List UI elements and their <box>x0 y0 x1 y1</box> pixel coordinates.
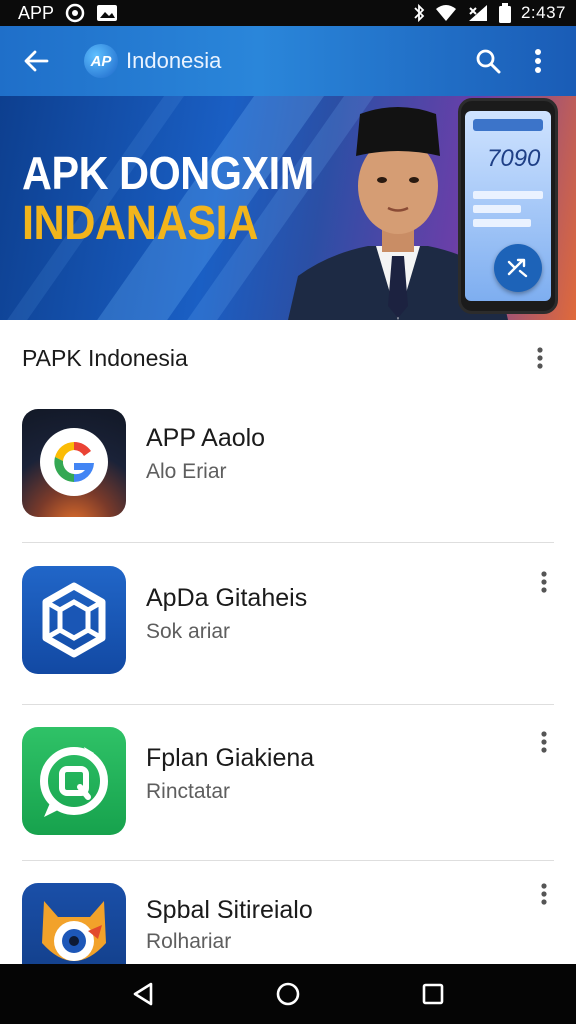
item-more-button[interactable] <box>530 878 558 914</box>
app-bar: AP Indonesia <box>0 26 576 96</box>
brand-logo: AP <box>84 44 118 78</box>
google-g-icon <box>22 409 126 517</box>
cube-network-icon <box>22 566 126 674</box>
search-button[interactable] <box>466 39 510 83</box>
app-subtitle: Rinctatar <box>146 780 231 803</box>
divider <box>22 542 554 543</box>
item-more-button[interactable] <box>530 722 558 762</box>
list-item[interactable]: Spbal Sitireialo Rolhariar <box>0 878 576 964</box>
divider <box>22 704 554 705</box>
more-vert-icon <box>541 883 547 905</box>
back-button[interactable] <box>16 41 56 81</box>
more-vert-icon <box>537 347 543 369</box>
section-header: PAPK Indonesia <box>0 330 576 386</box>
image-icon <box>96 4 118 22</box>
list-item[interactable]: APP Aaolo Alo Eriar <box>0 400 576 560</box>
home-circle-icon <box>276 982 300 1006</box>
nav-recents-button[interactable] <box>407 968 459 1020</box>
battery-icon <box>498 3 511 23</box>
list-item[interactable]: ApDa Gitaheis Sok ariar <box>0 562 576 722</box>
status-left: APP <box>18 3 118 24</box>
brand: AP Indonesia <box>84 44 221 78</box>
nav-back-button[interactable] <box>117 968 169 1020</box>
section-more-button[interactable] <box>526 338 554 378</box>
app-name: APP Aaolo <box>146 424 266 452</box>
divider <box>22 860 554 861</box>
app-subtitle: Rolhariar <box>146 930 232 953</box>
more-vert-icon <box>541 731 547 753</box>
back-triangle-icon <box>133 982 152 1006</box>
clock: 2:437 <box>520 3 566 22</box>
search-icon <box>476 49 501 74</box>
brand-name: Indonesia <box>126 48 222 73</box>
fox-mascot-icon <box>22 883 126 964</box>
shuffle-icon <box>507 258 528 278</box>
bluetooth-icon <box>413 3 425 23</box>
signal-x-icon <box>467 4 489 22</box>
more-vert-icon <box>541 571 547 593</box>
share-fab[interactable] <box>494 244 542 292</box>
wifi-icon <box>435 4 457 22</box>
app-subtitle: Sok ariar <box>146 620 231 643</box>
system-nav-bar <box>0 964 576 1024</box>
phone-screen-number: 7090 <box>487 145 541 172</box>
app-subtitle: Alo Eriar <box>146 460 227 483</box>
banner-title-line1: APK DONGXIM <box>22 147 314 199</box>
nav-home-button[interactable] <box>262 968 314 1020</box>
sync-icon <box>64 3 86 23</box>
section-title: PAPK Indonesia <box>22 344 188 371</box>
app-name: Spbal Sitireialo <box>146 896 313 924</box>
carrier-label: APP <box>18 2 55 23</box>
back-arrow-icon <box>24 50 49 72</box>
recents-square-icon <box>423 983 444 1005</box>
app-name: ApDa Gitaheis <box>146 584 308 612</box>
chat-bubble-icon <box>22 727 126 835</box>
item-more-button[interactable] <box>530 562 558 602</box>
list-item[interactable]: Fplan Giakiena Rinctatar <box>0 722 576 882</box>
more-vert-icon <box>535 49 541 73</box>
app-name: Fplan Giakiena <box>146 744 315 772</box>
overflow-menu-button[interactable] <box>516 39 560 83</box>
banner-title-line2: INDANASIA <box>22 197 258 250</box>
promo-banner[interactable]: APK DONGXIM INDANASIA 7090 <box>0 96 576 320</box>
status-bar: APP 2:437 <box>0 0 576 26</box>
status-right: 2:437 <box>413 3 566 23</box>
